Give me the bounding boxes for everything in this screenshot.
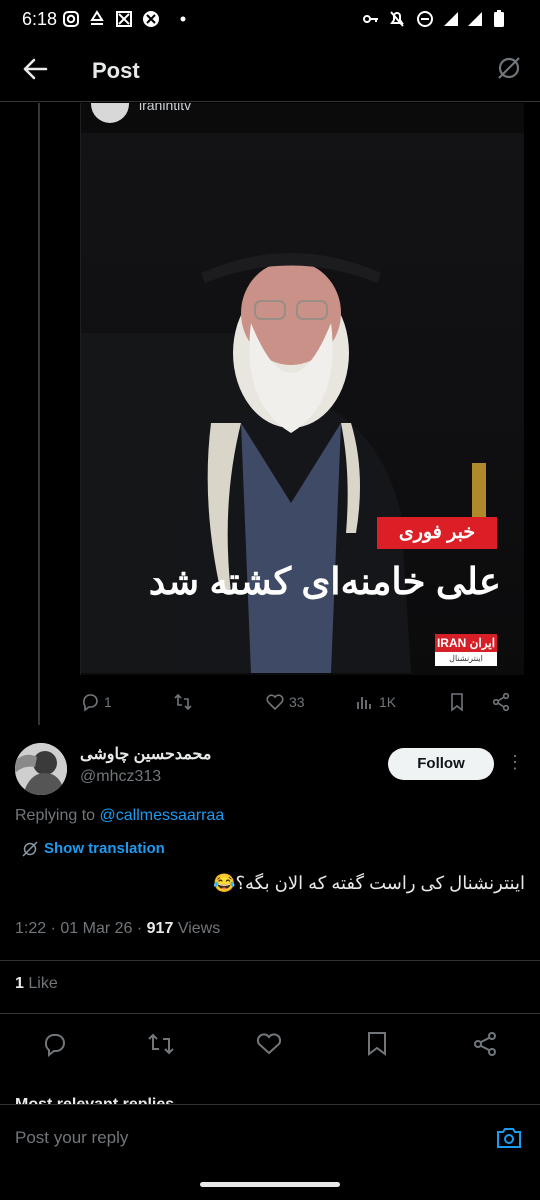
author-avatar[interactable] <box>15 743 67 795</box>
bookmark-action[interactable] <box>447 692 467 712</box>
key-icon <box>363 15 378 23</box>
reply-count: 1 <box>104 694 112 710</box>
repost-icon[interactable] <box>147 1031 175 1057</box>
tweet-views-count: 917 <box>146 920 174 937</box>
replying-to-handle[interactable]: @callmessaarraa <box>100 807 225 824</box>
replying-to: Replying to @callmessaarraa <box>15 807 224 825</box>
source-bar: iranintltv <box>81 103 524 133</box>
more-options-icon[interactable]: ⋮ <box>506 752 524 776</box>
likes-count: 1 <box>15 975 24 992</box>
source-name: iranintltv <box>139 103 192 113</box>
share-action[interactable] <box>491 692 511 712</box>
home-indicator[interactable] <box>200 1182 340 1187</box>
tweet-date: 01 Mar 26 <box>60 920 133 937</box>
dnd-icon <box>417 11 433 27</box>
capcut-icon <box>116 11 132 27</box>
post-header: Post <box>0 40 540 102</box>
heart-icon <box>266 694 284 711</box>
source-avatar <box>91 103 129 123</box>
news-headline: علی خامنه‌ای کشته شد <box>148 561 501 602</box>
page-title: Post <box>92 58 140 83</box>
divider <box>0 960 540 961</box>
battery-icon <box>494 10 504 27</box>
reply-action[interactable]: 1 <box>80 692 112 712</box>
bookmark-icon <box>451 693 463 712</box>
reply-icon <box>83 694 98 712</box>
share-icon <box>492 692 510 712</box>
grok-icon[interactable] <box>496 55 522 81</box>
signal-icon <box>468 12 482 26</box>
views-count: 1K <box>379 694 397 710</box>
thread-line <box>38 103 40 725</box>
instagram-icon <box>63 11 79 27</box>
author-display-name[interactable]: محمدحسین چاوشی <box>80 744 211 764</box>
tweet-text: اینترنشنال کی راست گفته که الان بگه؟😂 <box>213 873 525 893</box>
bell-off-icon <box>390 11 404 27</box>
grok-translate-icon <box>22 840 38 857</box>
tweet-time: 1:22 <box>15 920 47 937</box>
quoted-post-media[interactable]: iranintltv خبر فوری علی خامنه‌ای کشته شد… <box>80 103 524 675</box>
reply-input[interactable]: Post your reply <box>15 1128 128 1148</box>
tweet-views-label: Views <box>177 920 221 937</box>
x-app-icon <box>143 11 159 27</box>
iran-international-logo: IRAN ایران اینترنشنال <box>435 634 497 666</box>
bookmark-icon[interactable] <box>366 1031 388 1057</box>
views-icon <box>357 697 371 709</box>
breaking-news-label: خبر فوری <box>377 517 497 549</box>
status-time: 6:18 <box>22 9 58 29</box>
like-action[interactable]: 33 <box>265 692 305 712</box>
repost-icon <box>174 693 192 711</box>
recycle-icon <box>90 10 104 25</box>
back-arrow-icon[interactable] <box>22 58 48 80</box>
follow-button[interactable]: Follow <box>388 748 494 780</box>
show-translation-button[interactable]: Show translation <box>22 840 165 857</box>
share-icon[interactable] <box>472 1031 498 1057</box>
heart-icon[interactable] <box>256 1032 282 1056</box>
tweet-meta: 1:22 · 01 Mar 26 · 917 Views <box>15 920 221 937</box>
views-action[interactable]: 1K <box>355 692 396 712</box>
likes-summary[interactable]: 1 Like <box>15 975 58 993</box>
status-bar: 6:18 <box>0 0 540 40</box>
dot-icon <box>180 16 186 22</box>
show-translation-label: Show translation <box>44 840 165 857</box>
replying-to-prefix: Replying to <box>15 807 96 824</box>
repost-action[interactable] <box>173 692 193 712</box>
camera-icon[interactable] <box>496 1126 522 1150</box>
author-handle[interactable]: @mhcz313 <box>80 768 161 786</box>
signal-icon <box>444 12 458 26</box>
likes-label: Like <box>28 975 58 992</box>
divider <box>0 1013 540 1014</box>
like-count: 33 <box>289 694 305 710</box>
reply-icon[interactable] <box>42 1031 68 1057</box>
